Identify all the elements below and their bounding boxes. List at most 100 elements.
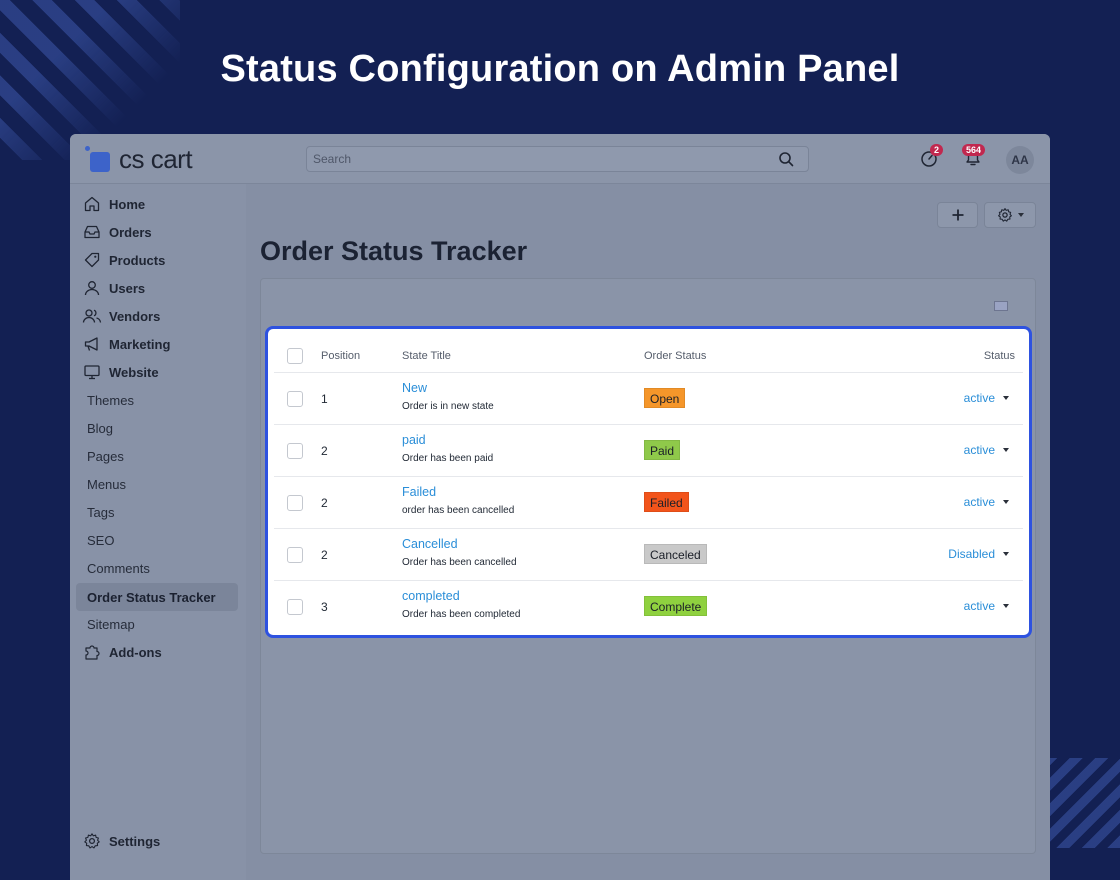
sidebar-item-home[interactable]: Home: [76, 191, 238, 217]
table-row: 3 completed Order has been completed Com…: [274, 581, 1023, 633]
tag-icon: [82, 251, 102, 269]
status-dropdown[interactable]: active: [964, 495, 1009, 509]
sidebar-item-order-status-tracker[interactable]: Order Status Tracker: [76, 583, 238, 611]
sidebar-item-label: Vendors: [109, 308, 161, 324]
column-header-status[interactable]: Status: [984, 350, 1015, 362]
status-label: active: [963, 495, 995, 509]
order-status-badge: Failed: [644, 492, 689, 512]
users-icon: [82, 307, 102, 325]
hero-title: Status Configuration on Admin Panel: [220, 48, 900, 90]
sidebar-item-addons[interactable]: Add-ons: [76, 639, 238, 665]
row-position: 2: [321, 548, 328, 562]
order-status-badge: Complete: [644, 596, 708, 616]
sidebar-item-label: Website: [109, 364, 159, 380]
sidebar-item-label: Home: [109, 196, 146, 212]
sidebar-item-users[interactable]: Users: [76, 275, 238, 301]
sidebar-item-vendors[interactable]: Vendors: [76, 303, 238, 329]
column-header-order-status[interactable]: Order Status: [644, 350, 706, 362]
gear-icon: [997, 208, 1012, 222]
order-status-table: Position State Title Order Status Status…: [265, 326, 1032, 638]
row-position: 2: [321, 444, 328, 458]
status-dropdown[interactable]: Disabled: [948, 547, 1009, 561]
table-header: Position State Title Order Status Status: [274, 339, 1023, 373]
sidebar-item-label: Marketing: [109, 336, 171, 352]
state-title-link[interactable]: New: [402, 381, 427, 395]
sidebar-item-themes[interactable]: Themes: [76, 387, 238, 413]
sidebar-item-sitemap[interactable]: Sitemap: [76, 611, 238, 637]
state-description: Order is in new state: [402, 401, 494, 412]
add-button[interactable]: [937, 202, 978, 228]
row-checkbox[interactable]: [287, 495, 303, 511]
sidebar-item-comments[interactable]: Comments: [76, 555, 238, 581]
logo[interactable]: cs cart: [85, 143, 193, 174]
table-row: 1 New Order is in new state Open active: [274, 373, 1023, 425]
status-dropdown[interactable]: active: [964, 599, 1009, 613]
sidebar-item-seo[interactable]: SEO: [76, 527, 238, 553]
plus-icon: [952, 209, 963, 221]
state-description: Order has been paid: [402, 453, 494, 464]
help-button[interactable]: 2: [920, 144, 944, 173]
sidebar-item-products[interactable]: Products: [76, 247, 238, 273]
column-header-position[interactable]: Position: [321, 350, 360, 362]
status-dropdown[interactable]: active: [964, 391, 1009, 405]
state-description: Order has been completed: [402, 609, 521, 620]
status-label: Disabled: [948, 547, 995, 561]
sidebar-item-blog[interactable]: Blog: [76, 415, 238, 441]
avatar[interactable]: AA: [1006, 146, 1034, 174]
row-checkbox[interactable]: [287, 443, 303, 459]
notifications-badge: 564: [962, 144, 986, 156]
logo-mark-icon: [85, 146, 111, 172]
gear-icon: [82, 832, 102, 850]
status-label: active: [963, 391, 995, 405]
row-position: 3: [321, 600, 328, 614]
page-title: Order Status Tracker: [260, 236, 528, 266]
sidebar-item-settings[interactable]: Settings: [76, 828, 238, 854]
sidebar-item-label: Settings: [109, 833, 161, 849]
notifications-button[interactable]: 564: [962, 144, 986, 173]
user-icon: [82, 279, 102, 297]
state-title-link[interactable]: Cancelled: [402, 537, 458, 551]
state-title-link[interactable]: paid: [402, 433, 426, 447]
table-row: 2 Failed order has been cancelled Failed…: [274, 477, 1023, 529]
column-header-state-title[interactable]: State Title: [402, 350, 451, 362]
state-title-link[interactable]: Failed: [402, 485, 436, 499]
sidebar-item-label: Orders: [109, 224, 152, 240]
sidebar-item-website[interactable]: Website: [76, 359, 238, 385]
order-status-badge: Paid: [644, 440, 681, 460]
state-description: order has been cancelled: [402, 505, 515, 516]
state-title-link[interactable]: completed: [402, 589, 460, 603]
us-flag-icon[interactable]: [994, 301, 1008, 311]
row-position: 2: [321, 496, 328, 510]
help-badge: 2: [930, 144, 944, 156]
status-dropdown[interactable]: active: [964, 443, 1009, 457]
order-status-badge: Canceled: [644, 544, 707, 564]
sidebar-item-label: Add-ons: [109, 644, 162, 660]
sidebar-item-orders[interactable]: Orders: [76, 219, 238, 245]
puzzle-icon: [82, 643, 102, 661]
search-input[interactable]: [307, 147, 767, 171]
select-all-checkbox[interactable]: [287, 348, 303, 364]
logo-text: cs cart: [119, 143, 193, 174]
decorative-stripes-bottom-right: [1050, 758, 1120, 848]
sidebar-item-pages[interactable]: Pages: [76, 443, 238, 469]
sidebar: Home Orders Products Users Vendors Marke…: [70, 184, 246, 880]
row-checkbox[interactable]: [287, 547, 303, 563]
monitor-icon: [82, 363, 102, 381]
sidebar-item-tags[interactable]: Tags: [76, 499, 238, 525]
settings-dropdown-button[interactable]: [984, 202, 1036, 228]
chevron-down-icon: [1003, 604, 1009, 608]
sidebar-item-marketing[interactable]: Marketing: [76, 331, 238, 357]
chevron-down-icon: [1003, 552, 1009, 556]
table-row: 2 paid Order has been paid Paid active: [274, 425, 1023, 477]
row-checkbox[interactable]: [287, 599, 303, 615]
search-icon[interactable]: [778, 151, 794, 172]
state-description: Order has been cancelled: [402, 557, 517, 568]
sidebar-item-menus[interactable]: Menus: [76, 471, 238, 497]
inbox-icon: [82, 223, 102, 241]
row-checkbox[interactable]: [287, 391, 303, 407]
megaphone-icon: [82, 335, 102, 353]
order-status-badge: Open: [644, 388, 686, 408]
chevron-down-icon: [1003, 500, 1009, 504]
chevron-down-icon: [1003, 396, 1009, 400]
top-bar: cs cart 2 564 AA: [70, 134, 1050, 184]
